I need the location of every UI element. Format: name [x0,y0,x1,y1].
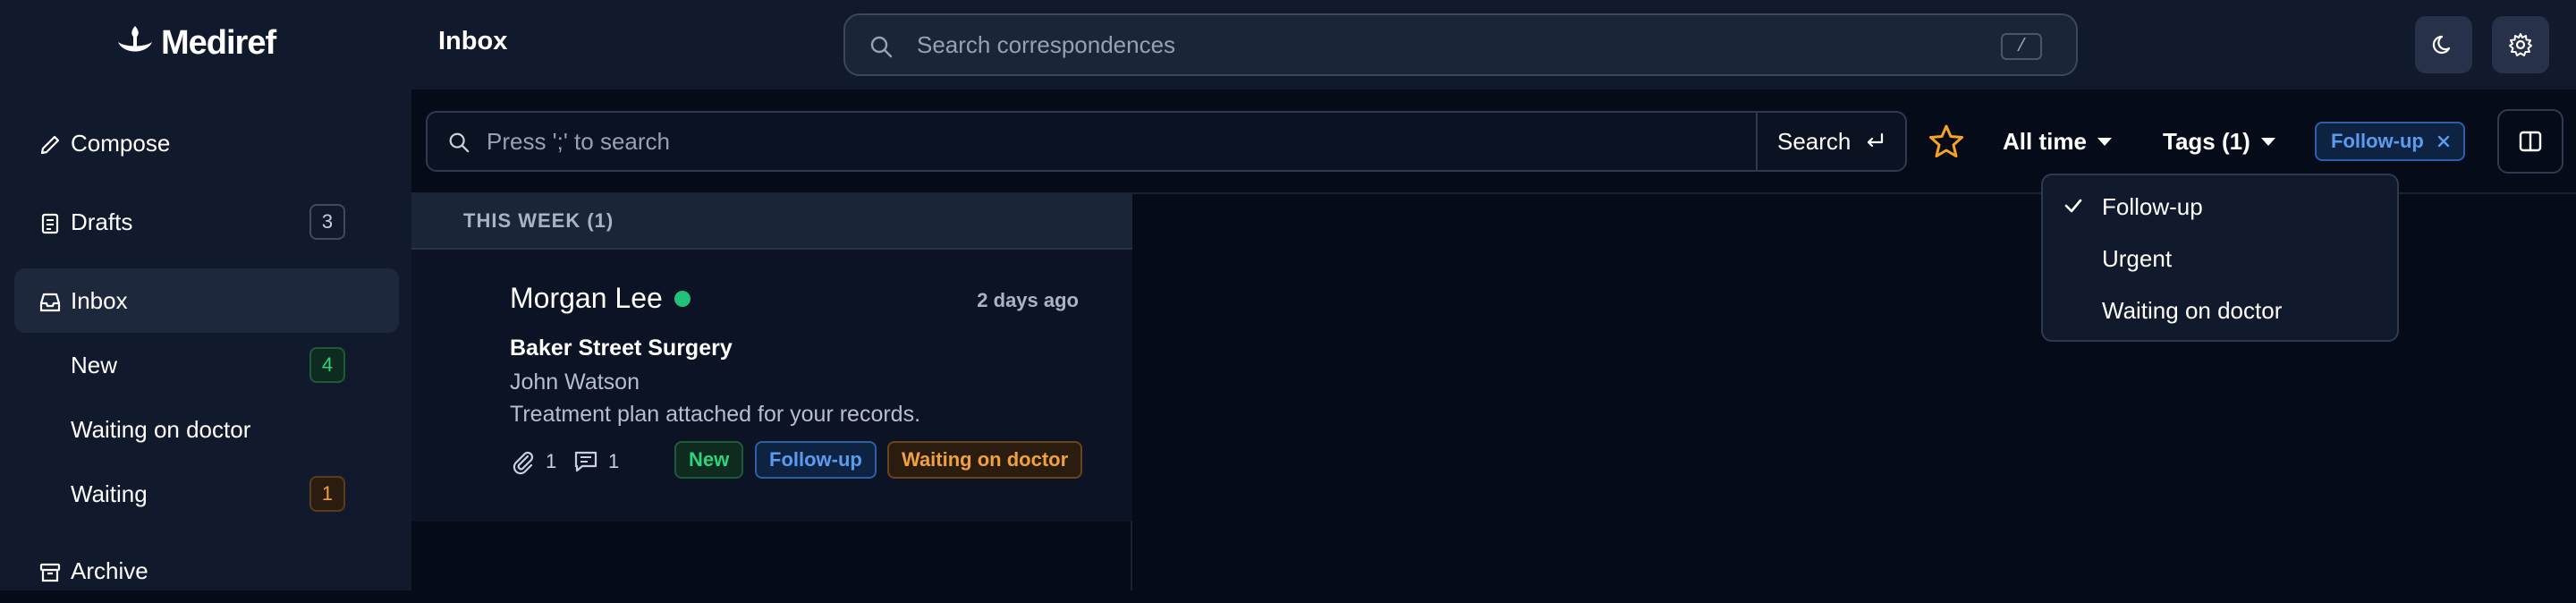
moon-icon [2432,35,2451,55]
active-tag-chip-label: Follow-up [2331,130,2424,152]
message-preview: Treatment plan attached for your records… [510,402,921,427]
attachment-count-value: 1 [546,450,557,472]
star-icon[interactable] [1928,123,1965,160]
sidebar-item-label: Drafts [71,208,133,235]
sidebar-item-inbox[interactable]: Inbox [14,268,399,333]
drafts-icon [41,213,59,234]
sidebar-item-compose[interactable]: Compose [14,111,399,175]
page-title: Inbox [438,27,508,55]
tags-option-urgent[interactable]: Urgent [2043,231,2397,283]
caret-down-icon [2260,138,2275,146]
sidebar-item-archive[interactable]: Archive [14,539,399,603]
tag-follow-up: Follow-up [755,441,877,479]
tag-new: New [674,441,744,479]
message-person: John Watson [510,369,640,395]
caret-down-icon [2097,138,2112,146]
paperclip-icon [513,451,534,475]
sidebar-item-label: Inbox [71,286,128,314]
comment-count: 1 [572,448,619,475]
tags-option-label: Urgent [2102,245,2173,272]
sidebar-item-label: Waiting [71,480,148,507]
active-tag-chip: Follow-up [2315,122,2465,161]
tags-filter-button[interactable]: Tags (1) [2163,123,2277,159]
tags-option-waiting-on-doctor[interactable]: Waiting on doctor [2043,283,2397,336]
inbox-icon [39,293,61,312]
tags-option-label: Follow-up [2102,193,2203,220]
list-search-input[interactable] [485,126,1648,157]
toggle-panel-button[interactable] [2497,109,2563,174]
message-list: THIS WEEK (1) Morgan Lee 2 days ago Bake… [411,194,1132,590]
sidebar-item-new[interactable]: New 4 [14,333,399,397]
pencil-icon [40,135,60,155]
sidebar-item-waiting[interactable]: Waiting 1 [14,462,399,526]
sidebar-item-label: Waiting on doctor [71,415,251,443]
sidebar-item-drafts[interactable]: Drafts 3 [14,190,399,254]
tags-option-label: Waiting on doctor [2102,297,2283,324]
waiting-count-badge: 1 [309,476,345,512]
gear-icon [2509,33,2532,56]
message-subject: Baker Street Surgery [510,335,733,361]
tags-option-follow-up[interactable]: Follow-up [2043,175,2397,231]
logo-text: Mediref [161,23,276,62]
close-icon[interactable] [2436,134,2451,149]
tag-waiting-on-doctor: Waiting on doctor [887,441,1083,479]
list-search-bar[interactable] [426,111,1907,172]
time-filter-button[interactable]: All time [2003,123,2114,159]
list-item[interactable]: Morgan Lee 2 days ago Baker Street Surge… [411,250,1132,522]
online-status-dot [674,291,691,307]
global-search-bar[interactable]: / [843,13,2078,76]
logo-icon [118,26,152,52]
tags-filter-label: Tags (1) [2163,127,2250,155]
checkmark-icon [2064,199,2082,213]
search-icon [870,36,893,58]
search-button-label: Search [1777,127,1852,155]
archive-icon [39,563,61,582]
comment-count-value: 1 [608,450,620,472]
time-filter-label: All time [2003,127,2087,155]
sender-name: Morgan Lee [510,282,663,314]
group-header: THIS WEEK (1) [411,194,1132,250]
attachment-count: 1 [510,448,556,475]
sidebar-item-label: Compose [71,129,171,157]
search-icon [449,132,470,153]
global-search-input[interactable] [915,30,1944,60]
new-count-badge: 4 [309,347,345,383]
theme-toggle-button[interactable] [2415,16,2472,73]
sidebar-item-label: New [71,351,118,378]
message-time: 2 days ago [977,289,1079,311]
search-shortcut-hint: / [2001,33,2042,60]
app-logo[interactable]: Mediref [114,18,276,68]
sidebar: Compose Drafts 3 Inbox New 4 Waiting on … [0,89,411,590]
drafts-count-badge: 3 [309,204,345,240]
sidebar-item-label: Archive [71,556,148,584]
sidebar-item-waiting-on-doctor[interactable]: Waiting on doctor [14,397,399,462]
settings-button[interactable] [2492,16,2549,73]
tags-dropdown: Follow-up Urgent Waiting on doctor [2041,174,2399,342]
sidebar-panel-icon [2519,131,2542,152]
enter-key-icon [1868,132,1884,148]
search-button[interactable]: Search [1756,111,1906,172]
comment-icon [574,451,597,472]
